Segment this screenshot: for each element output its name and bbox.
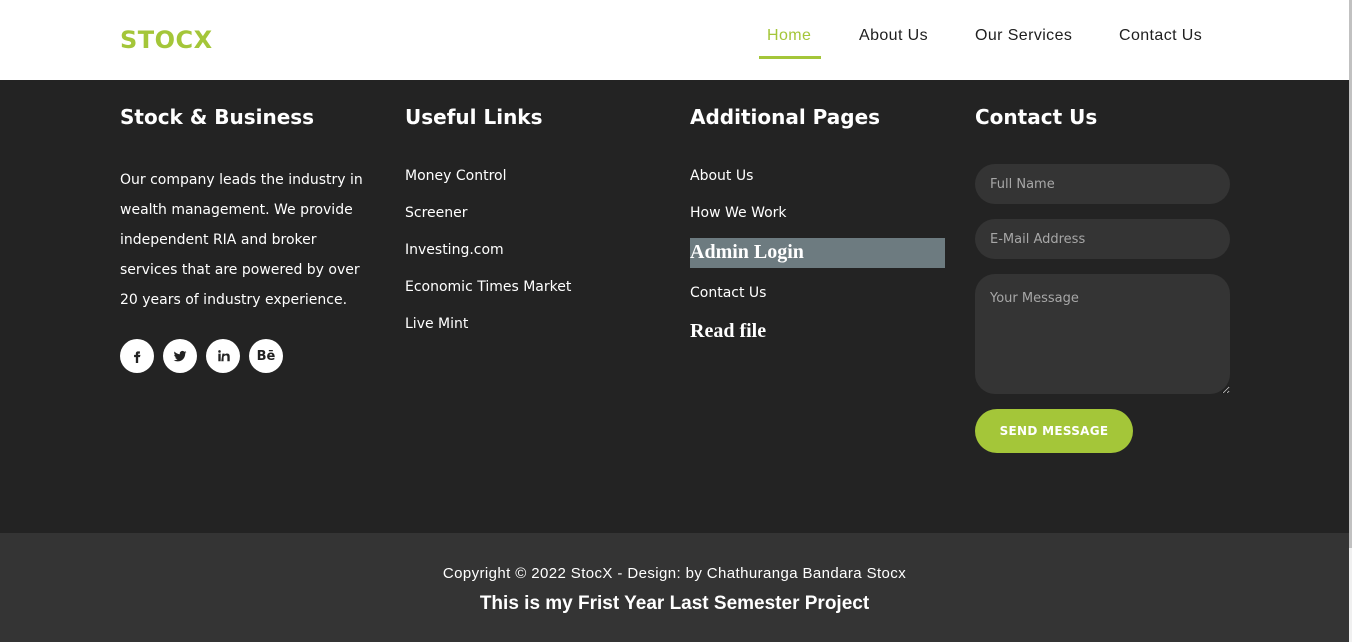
nav-our-services[interactable]: Our Services — [975, 27, 1072, 59]
link-live-mint[interactable]: Live Mint — [405, 316, 468, 332]
link-money-control[interactable]: Money Control — [405, 168, 506, 184]
about-title: Stock & Business — [120, 105, 315, 129]
page-how-we-work[interactable]: How We Work — [690, 205, 787, 221]
page-contact-us[interactable]: Contact Us — [690, 285, 766, 301]
contact-title: Contact Us — [975, 105, 1098, 129]
admin-login-label: Admin Login — [690, 241, 804, 263]
copyright-bar: Copyright © 2022 StocX - Design: by Chat… — [0, 533, 1349, 642]
nav-about-us[interactable]: About Us — [859, 27, 928, 59]
twitter-icon — [173, 350, 187, 362]
full-name-input[interactable] — [975, 164, 1230, 204]
email-input[interactable] — [975, 219, 1230, 259]
additional-pages-title: Additional Pages — [690, 105, 881, 129]
send-message-button[interactable]: SEND MESSAGE — [975, 409, 1133, 453]
site-header: STOCX Home About Us Our Services Contact… — [0, 0, 1349, 80]
footer: Stock & Business Our company leads the i… — [0, 80, 1349, 533]
read-file-link[interactable]: Read file — [690, 320, 766, 343]
page-about-us[interactable]: About Us — [690, 168, 753, 184]
message-textarea[interactable] — [975, 274, 1230, 394]
link-investing[interactable]: Investing.com — [405, 242, 504, 258]
project-note: This is my Frist Year Last Semester Proj… — [479, 593, 870, 614]
main-nav: Home About Us Our Services Contact Us — [0, 27, 1349, 59]
copyright-text: Copyright © 2022 StocX - Design: by Chat… — [442, 565, 907, 582]
linkedin-link[interactable] — [206, 339, 240, 373]
nav-contact-us[interactable]: Contact Us — [1119, 27, 1202, 59]
nav-active-underline — [759, 56, 821, 59]
link-economic-times[interactable]: Economic Times Market — [405, 279, 571, 295]
about-text: Our company leads the industry in wealth… — [120, 172, 363, 308]
behance-link[interactable]: Bē — [249, 339, 283, 373]
behance-icon: Bē — [256, 348, 276, 364]
admin-login-link[interactable]: Admin Login — [690, 238, 945, 268]
link-screener[interactable]: Screener — [405, 205, 468, 221]
linkedin-icon — [218, 350, 230, 362]
nav-home[interactable]: Home — [767, 27, 811, 59]
facebook-link[interactable] — [120, 339, 154, 373]
facebook-icon — [134, 351, 141, 363]
useful-links-title: Useful Links — [405, 105, 543, 129]
twitter-link[interactable] — [163, 339, 197, 373]
